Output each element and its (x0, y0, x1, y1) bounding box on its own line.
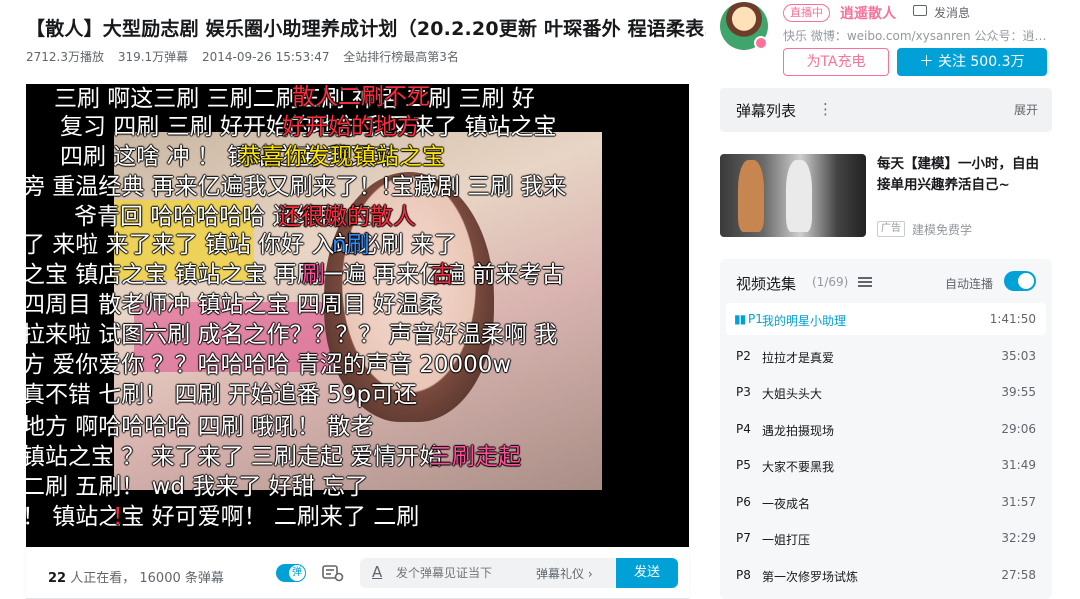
danmaku-comment: 还很嫩的散人 (278, 204, 416, 230)
ad-source[interactable]: 建模免费学 (912, 221, 972, 238)
episode-item[interactable]: P2 拉拉才是真爱 35:03 (726, 340, 1046, 372)
episode-item[interactable]: P3 大姐头头大 39:55 (726, 376, 1046, 408)
episode-item[interactable]: P6 一夜成名 31:57 (726, 486, 1046, 518)
uploader-name[interactable]: 逍遥散人 (840, 3, 896, 23)
danmaku-comment: 旁 重温经典 再来亿遍我又刷来了！!宝藏剧 三刷 我来 (26, 174, 567, 200)
autoplay-toggle[interactable] (1004, 271, 1036, 291)
font-style-icon[interactable]: A (372, 563, 382, 581)
episode-name: 我的明星小助理 (762, 314, 847, 328)
episode-num: P1 (748, 312, 763, 326)
danmaku-comment: 四周目 散老师冲 镇站之宝 四周目 好温柔 (26, 292, 443, 318)
episode-name: 第一次修罗场试炼 (762, 569, 859, 584)
episode-item[interactable]: P8 第一次修罗场试炼 27:58 (726, 559, 1046, 591)
live-badge[interactable]: 直播中 (783, 4, 830, 22)
episode-name: 拉拉才是真爱 (762, 350, 835, 365)
danmaku-comment: 好开始的地方 (282, 114, 420, 140)
more-options-icon[interactable]: ⋮ (818, 100, 833, 118)
episode-dur: 32:29 (1001, 531, 1036, 545)
danmaku-input[interactable] (396, 564, 526, 582)
episode-dur: 31:49 (1001, 458, 1036, 472)
message-icon[interactable] (913, 5, 927, 16)
danmaku-toggle[interactable]: 弹 (276, 564, 306, 582)
charge-button[interactable]: 为TA充电 (783, 48, 889, 76)
danmaku-comment: 真不错 七刷！ 四刷 开始追番 59p可还 (26, 382, 418, 408)
viewer-count: 22 (48, 571, 67, 586)
episode-count: (1/69) (812, 275, 849, 289)
uploader-description: 快乐 微博：weibo.com/xysanren 公众号：逍… (783, 29, 1047, 43)
episode-name: 一夜成名 (762, 496, 811, 511)
episode-dur: 1:41:50 (989, 312, 1036, 326)
list-view-icon[interactable] (858, 277, 872, 287)
video-title: 【散人】大型励志剧 娱乐圈小助理养成计划（20.2.20更新 叶琛番外 程语柔表… (26, 18, 706, 40)
video-player[interactable]: 三刷 啊这三刷 三刷二刷三刷 神话 二刷 三刷 好散人二刷不死 复习 四刷 三刷 … (26, 84, 689, 547)
danmaku-comment: 古 (431, 262, 454, 288)
danmaku-comment: 三刷走起 (429, 444, 521, 470)
danmaku-comment: ！ (112, 504, 135, 530)
episode-num: P2 (736, 348, 751, 363)
play-count: 2712.3万播放 (26, 50, 104, 64)
danmaku-comment: 镇站之宝 ？ 来了来了 三刷走起 爱情开始 (26, 444, 443, 470)
danmaku-toggle-label: 弹 (289, 565, 305, 581)
autoplay-label: 自动连播 (945, 277, 994, 291)
danmaku-list-title: 弹幕列表 (736, 102, 797, 120)
episode-dur: 31:57 (1001, 494, 1036, 509)
danmaku-etiquette-link[interactable]: 弹幕礼仪 › (536, 565, 593, 582)
expand-button[interactable]: 展开 (1014, 101, 1038, 118)
danmaku-bar: 22 人正在看， 16000 条弹幕 弹 A 弹幕礼仪 › 发送 (26, 547, 689, 599)
send-message-link[interactable]: 发消息 (934, 4, 970, 21)
ad-thumbnail[interactable] (720, 154, 866, 237)
danmaku-comment: 方 爱你爱你 ？？哈哈哈哈 青涩的声音 20000w (26, 352, 512, 378)
episode-num: P5 (736, 458, 751, 472)
episode-item[interactable]: ▮▮ P1 我的明星小助理 1:41:50 (726, 303, 1046, 335)
danmaku-settings-icon[interactable] (322, 564, 344, 582)
episode-item[interactable]: P7 一姐打压 32:29 (726, 522, 1046, 554)
episode-num: P4 (736, 421, 751, 436)
episode-name: 遇龙拍摄现场 (762, 423, 835, 438)
danmaku-comment: 恭喜你发现镇站之宝 (238, 144, 445, 170)
danmaku-comment: 二刷 五刷！ wd 我来了 好甜 忘了 (26, 474, 368, 500)
danmaku-comment: n刷 (332, 232, 370, 258)
episode-list: 视频选集 (1/69) 自动连播 ▮▮ P1 我的明星小助理 1:41:50 P2 拉拉才… (720, 259, 1052, 599)
episode-item[interactable]: P4 遇龙拍摄现场 29:06 (726, 413, 1046, 445)
danmaku-input-box: A 弹幕礼仪 › 发送 (360, 558, 678, 588)
danmaku-count: 319.1万弹幕 (117, 50, 189, 64)
episode-dur: 27:58 (1001, 567, 1036, 582)
danmaku-list-panel[interactable]: 弹幕列表 ⋮ 展开 (720, 88, 1052, 132)
verified-badge-icon (754, 36, 768, 50)
danmaku-comment: 刷 (302, 262, 325, 288)
ad-title[interactable]: 每天【建模】一小时，自由接单用兴趣养活自己~ (877, 154, 1045, 196)
episode-name: 一姐打压 (762, 533, 811, 547)
rank-info: 全站排行榜最高第3名 (343, 50, 459, 64)
danmaku-comment: ！ 镇站之宝 好可爱啊！ 二刷来了 二刷 (26, 504, 420, 530)
danmaku-total: 16000 条弹幕 (139, 571, 224, 586)
episode-item[interactable]: P5 大家不要黑我 31:49 (726, 449, 1046, 481)
follow-button[interactable]: ＋ 关注 500.3万 (897, 48, 1047, 76)
publish-date: 2014-09-26 15:53:47 (202, 50, 330, 64)
episode-dur: 39:55 (1001, 385, 1036, 399)
video-meta: 2712.3万播放 319.1万弹幕 2014-09-26 15:53:47 全… (26, 48, 469, 65)
episode-name: 大家不要黑我 (762, 460, 835, 474)
send-danmaku-button[interactable]: 发送 (616, 558, 678, 588)
ad-tag: 广告 (877, 221, 905, 237)
danmaku-comment: 了 来啦 来了来了 镇站 你好 入站必刷 来了 (26, 232, 457, 258)
episode-num: P6 (736, 494, 751, 509)
episode-num: P8 (736, 567, 751, 582)
episode-name: 大姐头头大 (762, 387, 823, 401)
danmaku-comment: 拉来啦 试图六刷 成名之作？？？？ 声音好温柔啊 我 (26, 322, 558, 348)
episode-num: P7 (736, 531, 751, 545)
danmaku-comment: 散人二刷不死 (292, 84, 430, 110)
viewer-info: 22 人正在看， 16000 条弹幕 (48, 567, 224, 586)
episode-dur: 35:03 (1001, 348, 1036, 363)
danmaku-comment: 地方 啊哈哈哈哈 四刷 哦吼！ 散老 (26, 414, 374, 440)
episode-num: P3 (736, 385, 751, 399)
episode-list-title: 视频选集 (736, 275, 797, 293)
danmaku-comment: 之宝 镇店之宝 镇站之宝 再刷一遍 再来亿遍 前来考古 (26, 262, 565, 288)
now-playing-icon: ▮▮ (734, 312, 746, 326)
episode-dur: 29:06 (1001, 421, 1036, 436)
viewer-suffix: 人正在看， (70, 571, 136, 586)
